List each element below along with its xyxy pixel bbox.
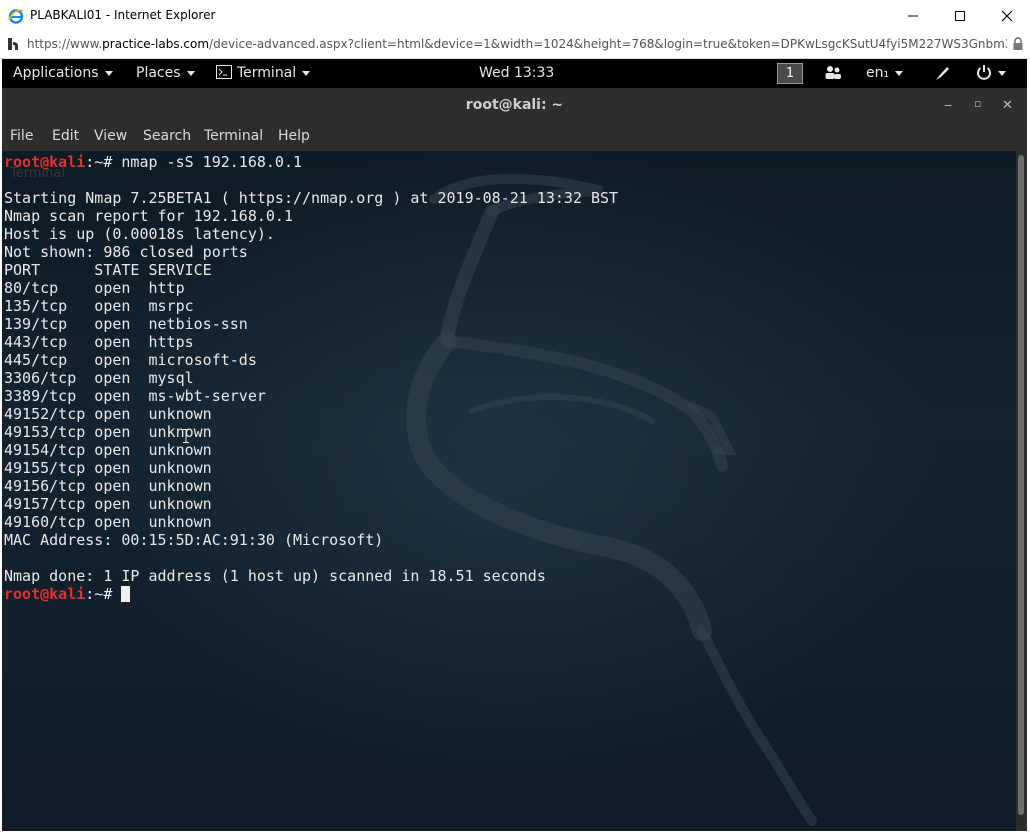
output-line: 49160/tcp open unknown <box>4 513 212 531</box>
minimize-icon <box>908 15 918 17</box>
output-line: PORT STATE SERVICE <box>4 261 212 279</box>
output-line: 49152/tcp open unknown <box>4 405 212 423</box>
output-line: 3389/tcp open ms-wbt-server <box>4 387 266 405</box>
menu-help[interactable]: Help <box>278 128 310 144</box>
output-line: 445/tcp open microsoft-ds <box>4 351 257 369</box>
mouse-ibeam-icon <box>183 429 189 443</box>
maximize-button[interactable] <box>937 0 983 32</box>
menu-edit[interactable]: Edit <box>52 128 79 144</box>
terminal-scrollbar[interactable] <box>1016 151 1027 831</box>
keyboard-layout-menu[interactable]: en₁ <box>866 65 904 81</box>
output-line: 49153/tcp open unknown <box>4 423 212 441</box>
output-line: Nmap scan report for 192.168.0.1 <box>4 207 293 225</box>
output-line: 49156/tcp open unknown <box>4 477 212 495</box>
output-line: 135/tcp open msrpc <box>4 297 194 315</box>
chevron-down-icon <box>302 70 311 76</box>
pen-tool-icon[interactable] <box>934 64 952 86</box>
close-icon <box>1001 10 1013 22</box>
command-output: Starting Nmap 7.25BETA1 ( https://nmap.o… <box>4 189 618 585</box>
menu-file[interactable]: File <box>10 128 33 144</box>
output-line: 49155/tcp open unknown <box>4 459 212 477</box>
terminal-titlebar: root@kali: ~ ‒ ▫ ✕ <box>2 88 1027 122</box>
people-icon[interactable] <box>824 64 842 84</box>
system-menu[interactable] <box>976 64 1006 81</box>
output-line: 3306/tcp open mysql <box>4 369 194 387</box>
scrollbar-thumb[interactable] <box>1018 155 1024 815</box>
chevron-down-icon <box>186 70 195 76</box>
terminal-output-area[interactable]: root@kali:~# nmap -sS 192.168.0.1 Starti… <box>2 151 1016 831</box>
output-line: 49154/tcp open unknown <box>4 441 212 459</box>
chevron-down-icon <box>895 70 904 76</box>
remote-desktop: Applications Places Terminal Wed 13:33 1… <box>2 59 1027 831</box>
menu-terminal[interactable]: Terminal <box>204 128 263 144</box>
output-line: MAC Address: 00:15:5D:AC:91:30 (Microsof… <box>4 531 384 549</box>
output-line: Nmap done: 1 IP address (1 host up) scan… <box>4 567 546 585</box>
terminal-window-title: root@kali: ~ <box>465 97 564 113</box>
lock-icon[interactable] <box>1012 37 1024 51</box>
window-title: PLABKALI01 - Internet Explorer <box>30 8 216 22</box>
command-line: nmap -sS 192.168.0.1 <box>121 153 303 171</box>
output-line: 80/tcp open http <box>4 279 185 297</box>
output-line: Not shown: 986 closed ports <box>4 243 248 261</box>
maximize-icon <box>955 11 965 21</box>
terminal-app-icon <box>216 65 232 79</box>
minimize-button[interactable] <box>890 0 936 32</box>
output-line: Host is up (0.00018s latency). <box>4 225 275 243</box>
workspace-indicator[interactable]: 1 <box>777 63 803 84</box>
address-bar[interactable]: https://www.practice-labs.com/device-adv… <box>0 32 1030 59</box>
close-button[interactable] <box>984 0 1030 32</box>
clock[interactable]: Wed 13:33 <box>479 65 554 81</box>
ie-titlebar: PLABKALI01 - Internet Explorer <box>0 0 1030 32</box>
terminal-tooltip: Terminal <box>10 166 65 181</box>
terminal-close-button[interactable]: ✕ <box>1002 98 1013 113</box>
places-menu[interactable]: Places <box>136 65 195 81</box>
prompt: root@kali:~# <box>4 585 122 603</box>
output-line: 139/tcp open netbios-ssn <box>4 315 248 333</box>
url-text[interactable]: https://www.practice-labs.com/device-adv… <box>27 37 1007 51</box>
power-icon <box>977 65 991 80</box>
applications-menu[interactable]: Applications <box>13 65 113 81</box>
menu-view[interactable]: View <box>94 128 127 144</box>
terminal-app-menu[interactable]: Terminal <box>216 65 311 81</box>
output-line: 443/tcp open https <box>4 333 194 351</box>
output-line: Starting Nmap 7.25BETA1 ( https://nmap.o… <box>4 189 619 207</box>
text-cursor <box>121 586 131 602</box>
chevron-down-icon <box>104 70 113 76</box>
terminal-maximize-button[interactable]: ▫ <box>974 97 981 110</box>
chevron-down-icon <box>998 70 1006 76</box>
terminal-text[interactable]: root@kali:~# nmap -sS 192.168.0.1 Starti… <box>4 153 618 603</box>
favicon-icon <box>8 38 18 50</box>
menu-search[interactable]: Search <box>143 128 191 144</box>
terminal-minimize-button[interactable]: ‒ <box>944 98 952 113</box>
gnome-top-bar: Applications Places Terminal Wed 13:33 1… <box>2 59 1027 88</box>
output-line: 49157/tcp open unknown <box>4 495 212 513</box>
terminal-menubar: File Edit View Search Terminal Help <box>2 122 1027 151</box>
ie-logo-icon <box>8 9 24 24</box>
